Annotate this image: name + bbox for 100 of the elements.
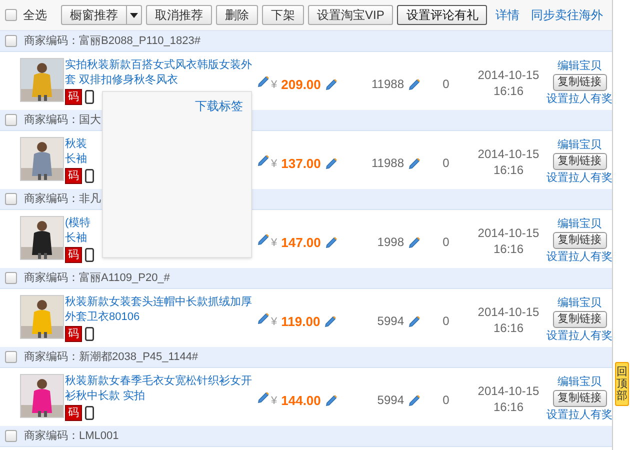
toolbar-button[interactable]: 设置淘宝VIP bbox=[308, 5, 394, 25]
code-badge[interactable]: 码 bbox=[65, 247, 82, 263]
checkbox[interactable] bbox=[5, 272, 17, 284]
referral-reward-link[interactable]: 设置拉人有奖 bbox=[546, 170, 612, 186]
checkbox[interactable] bbox=[5, 9, 17, 21]
product-price: 147.00 bbox=[281, 234, 321, 252]
product-title[interactable]: 秋装新款女春季毛衣女宽松针织衫女开 bbox=[65, 374, 252, 389]
code-badge[interactable]: 码 bbox=[65, 168, 82, 184]
currency-symbol: ¥ bbox=[271, 156, 278, 172]
product-title[interactable]: 秋装新款女装套头连帽中长款抓绒加厚 bbox=[65, 295, 252, 310]
listing-date: 2014-10-15 bbox=[478, 304, 540, 320]
product-price: 119.00 bbox=[281, 313, 320, 331]
pencil-icon[interactable] bbox=[324, 236, 338, 250]
merchant-code: 商家编码：非凡 bbox=[24, 192, 101, 207]
product-title[interactable]: 套 双排扣修身秋冬风衣 bbox=[65, 73, 178, 88]
sales-count: 0 bbox=[442, 156, 450, 170]
merchant-code: 商家编码：国大 bbox=[24, 112, 101, 128]
pencil-icon[interactable] bbox=[324, 78, 338, 92]
pencil-icon[interactable] bbox=[408, 156, 421, 170]
sales-count: 0 bbox=[442, 393, 450, 407]
copy-link-button[interactable]: 复制链接 bbox=[552, 390, 606, 407]
phone-icon[interactable] bbox=[85, 406, 94, 420]
edit-item-link[interactable]: 编辑宝贝 bbox=[558, 137, 602, 153]
details-link[interactable]: 详情 bbox=[495, 6, 520, 24]
listing-date: 2014-10-15 bbox=[478, 146, 540, 162]
product-title[interactable]: 实拍秋装新款百搭女式风衣韩版女装外 bbox=[65, 58, 252, 73]
phone-icon[interactable] bbox=[85, 248, 94, 262]
checkbox[interactable] bbox=[5, 430, 17, 442]
pencil-icon[interactable] bbox=[257, 312, 270, 325]
merchant-code: 商家编码：LML001 bbox=[24, 428, 119, 444]
pencil-icon[interactable] bbox=[257, 391, 270, 404]
code-badge[interactable]: 码 bbox=[65, 326, 82, 342]
copy-link-button[interactable]: 复制链接 bbox=[552, 232, 606, 249]
pencil-icon[interactable] bbox=[324, 315, 338, 328]
toolbar-button[interactable]: 下架 bbox=[262, 5, 304, 25]
listing-time: 16:16 bbox=[493, 83, 524, 99]
listing-date: 2014-10-15 bbox=[478, 67, 540, 83]
pencil-icon[interactable] bbox=[408, 394, 421, 406]
code-badge[interactable]: 码 bbox=[65, 89, 82, 105]
stock-count: 1998 bbox=[377, 234, 404, 251]
stock-count: 5994 bbox=[377, 392, 404, 409]
back-to-top-button[interactable]: 回顶部 bbox=[615, 362, 629, 406]
listing-time: 16:16 bbox=[493, 241, 524, 257]
product-title[interactable]: 长袖 bbox=[65, 152, 87, 167]
toolbar-button[interactable]: 删除 bbox=[216, 5, 258, 25]
referral-reward-link[interactable]: 设置拉人有奖 bbox=[546, 249, 612, 265]
checkbox[interactable] bbox=[5, 193, 17, 205]
product-title[interactable]: 秋装 bbox=[65, 137, 87, 152]
listing-time: 16:16 bbox=[493, 320, 524, 336]
product-title[interactable]: 外套卫衣80106 bbox=[65, 310, 140, 325]
phone-icon[interactable] bbox=[85, 169, 94, 183]
pencil-icon[interactable] bbox=[257, 75, 270, 88]
phone-icon[interactable] bbox=[85, 327, 94, 341]
sales-count: 0 bbox=[442, 77, 450, 91]
select-all-label: 全选 bbox=[23, 7, 47, 24]
currency-symbol: ¥ bbox=[271, 394, 278, 408]
download-labels-link[interactable]: 下载标签 bbox=[195, 97, 243, 115]
toolbar-button[interactable]: 设置评论有礼 bbox=[397, 5, 488, 25]
product-price: 137.00 bbox=[281, 155, 321, 173]
checkbox[interactable] bbox=[5, 35, 17, 47]
toolbar-button[interactable]: 取消推荐 bbox=[146, 5, 212, 25]
pencil-icon[interactable] bbox=[257, 233, 270, 246]
pencil-icon[interactable] bbox=[408, 236, 421, 248]
pencil-icon[interactable] bbox=[324, 157, 338, 170]
edit-item-link[interactable]: 编辑宝贝 bbox=[558, 295, 602, 311]
merchant-code: 商家编码：富丽B2088_P110_1823# bbox=[24, 34, 201, 49]
copy-link-button[interactable]: 复制链接 bbox=[552, 311, 606, 328]
product-title[interactable]: (模特 bbox=[65, 216, 91, 231]
currency-symbol: ¥ bbox=[271, 314, 278, 330]
edit-item-link[interactable]: 编辑宝贝 bbox=[558, 58, 602, 74]
code-badge[interactable]: 码 bbox=[65, 405, 82, 421]
referral-reward-link[interactable]: 设置拉人有奖 bbox=[546, 407, 612, 423]
checkbox[interactable] bbox=[5, 114, 17, 126]
pencil-icon[interactable] bbox=[257, 154, 270, 167]
pencil-icon[interactable] bbox=[408, 78, 421, 90]
listing-date: 2014-10-15 bbox=[478, 225, 540, 241]
pencil-icon[interactable] bbox=[324, 394, 338, 408]
sales-count: 0 bbox=[442, 235, 450, 249]
sync-overseas-link[interactable]: 同步卖往海外 bbox=[531, 6, 603, 24]
listing-time: 16:16 bbox=[493, 162, 524, 178]
product-price: 209.00 bbox=[281, 76, 321, 94]
checkbox[interactable] bbox=[5, 351, 17, 363]
recommend-split-button[interactable]: 橱窗推荐 bbox=[61, 5, 142, 25]
product-title[interactable]: 长袖 bbox=[65, 231, 87, 246]
referral-reward-link[interactable]: 设置拉人有奖 bbox=[546, 91, 612, 107]
merchant-code: 商家编码：富丽A1109_P20_# bbox=[24, 270, 170, 286]
referral-reward-link[interactable]: 设置拉人有奖 bbox=[546, 328, 612, 344]
edit-item-link[interactable]: 编辑宝贝 bbox=[558, 374, 602, 390]
listing-time: 16:16 bbox=[493, 399, 524, 415]
currency-symbol: ¥ bbox=[271, 78, 278, 92]
pencil-icon[interactable] bbox=[408, 314, 421, 328]
product-title[interactable]: 衫秋中长款 实拍 bbox=[65, 389, 146, 404]
edit-item-link[interactable]: 编辑宝贝 bbox=[558, 216, 602, 232]
stock-count: 11988 bbox=[372, 155, 404, 172]
copy-link-button[interactable]: 复制链接 bbox=[552, 153, 606, 170]
listing-date: 2014-10-15 bbox=[478, 383, 540, 399]
merchant-code: 商家编码：新潮都2038_P45_1144# bbox=[24, 350, 198, 365]
copy-link-button[interactable]: 复制链接 bbox=[552, 74, 606, 91]
phone-icon[interactable] bbox=[85, 90, 94, 104]
product-price: 144.00 bbox=[281, 392, 321, 410]
